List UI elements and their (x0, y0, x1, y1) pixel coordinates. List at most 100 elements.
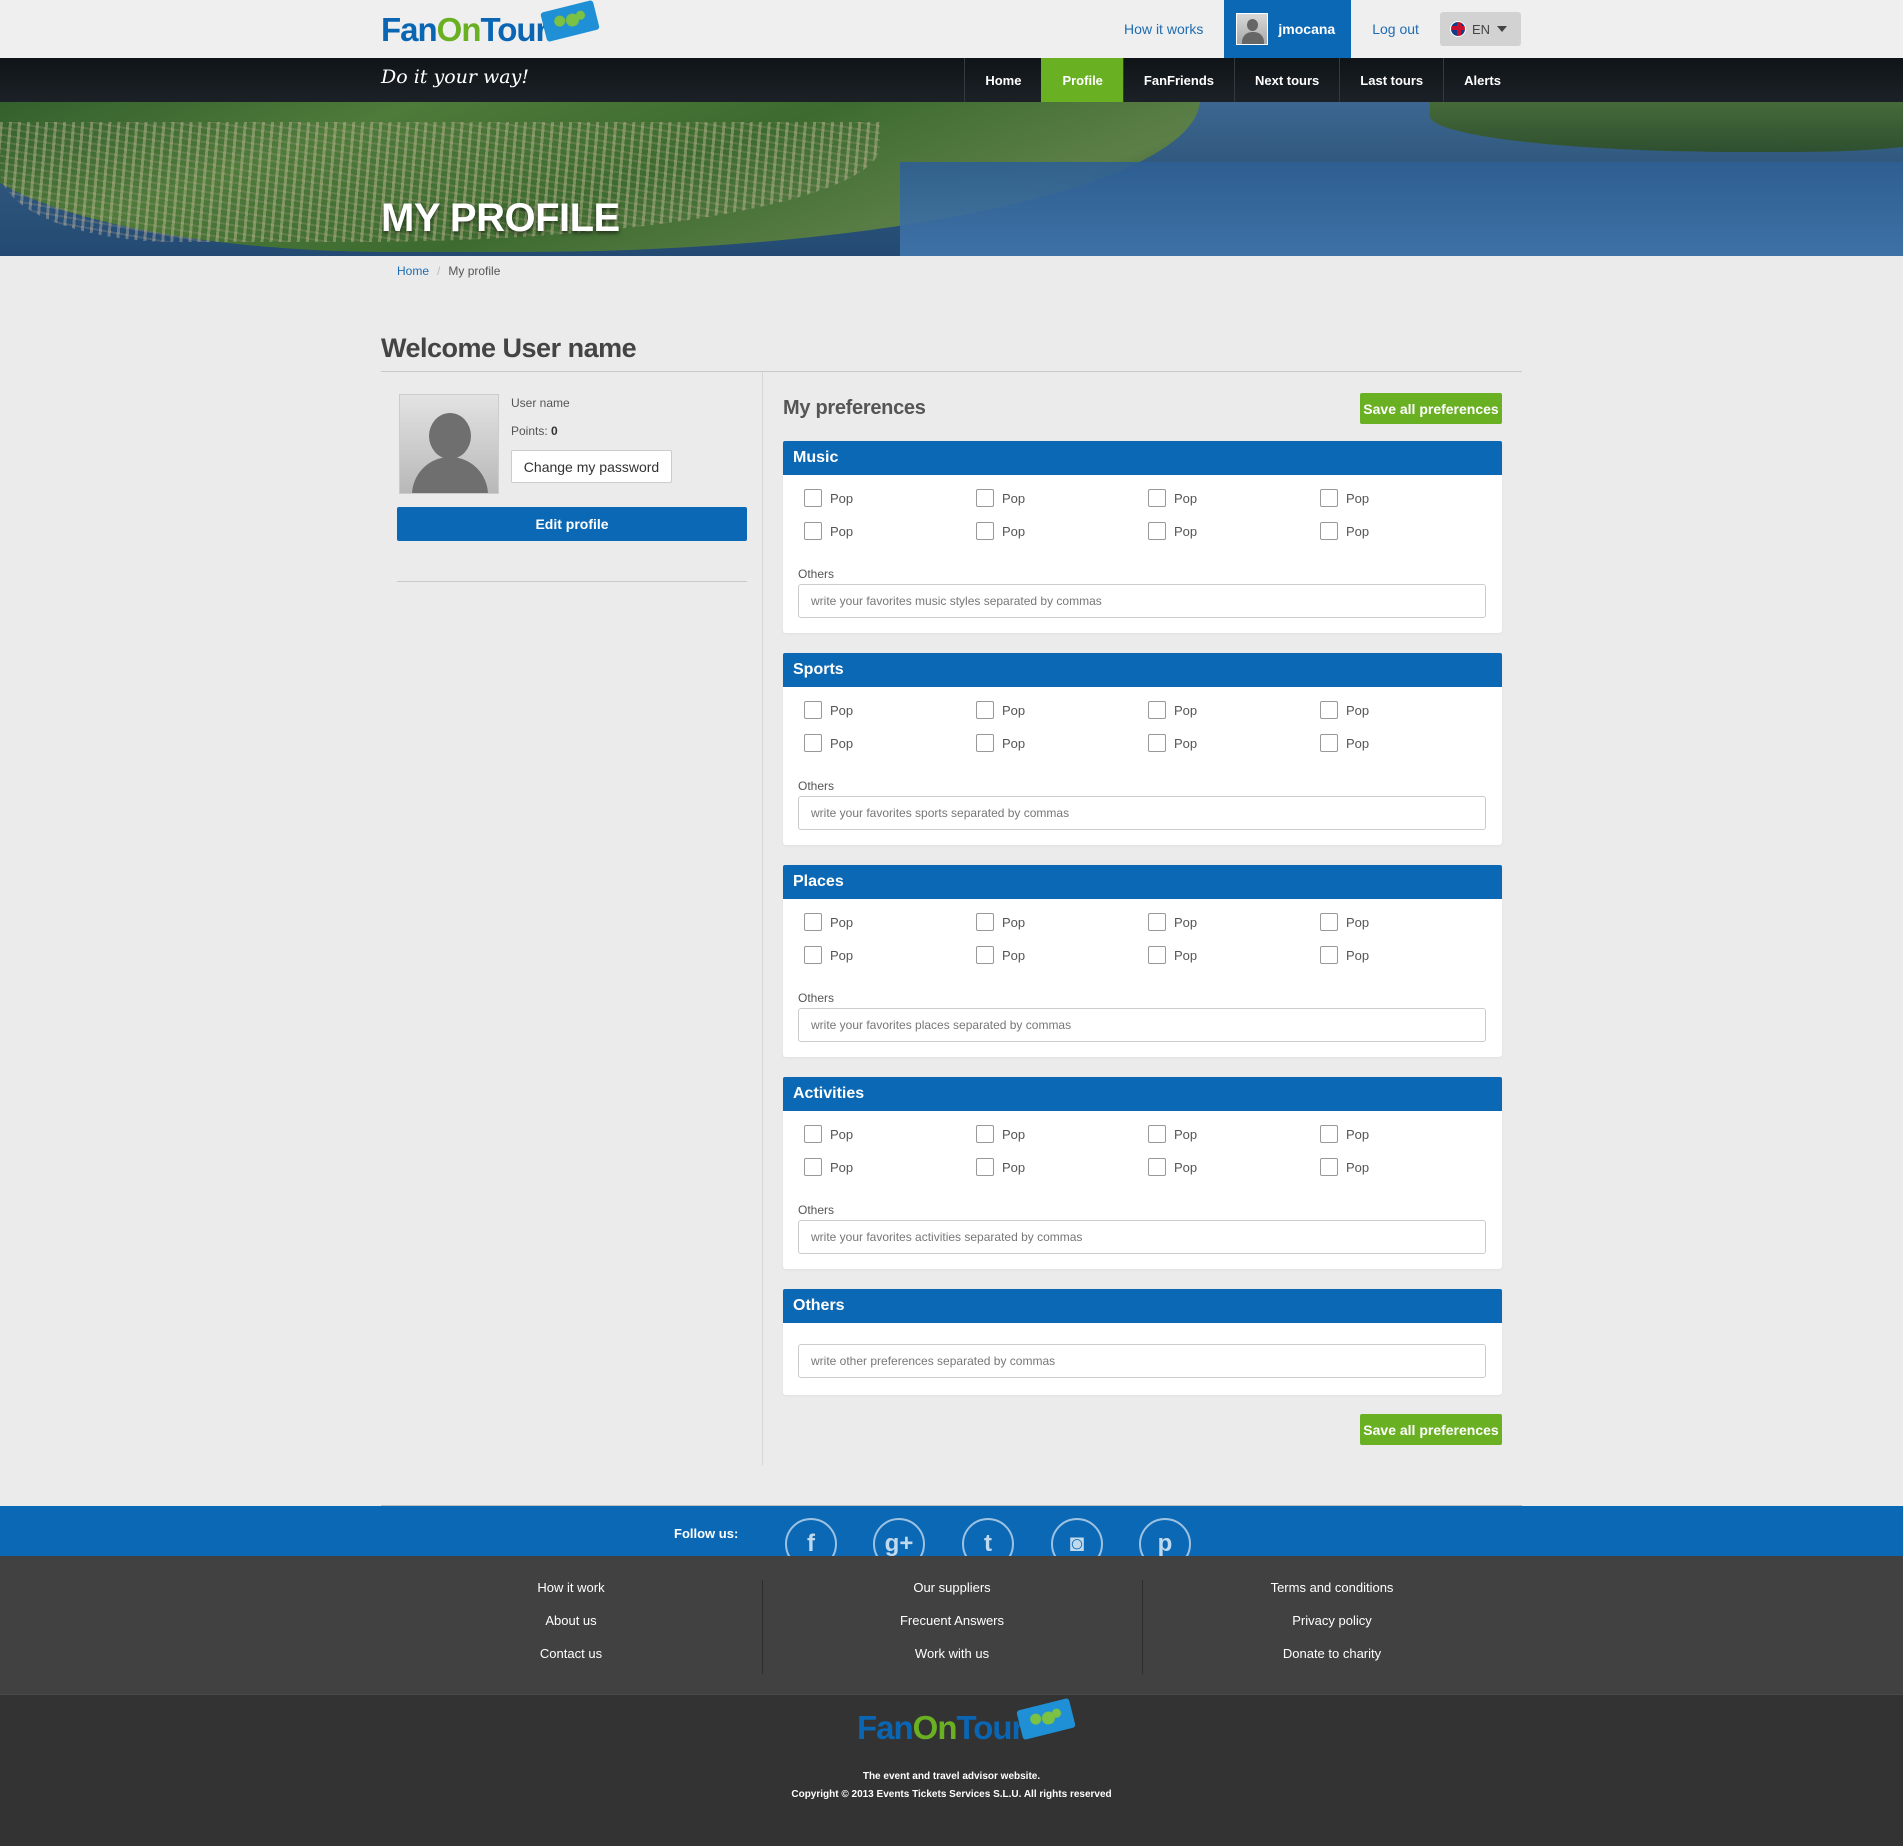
preference-option[interactable]: Pop (1148, 734, 1320, 752)
preference-option[interactable]: Pop (804, 946, 976, 964)
nav-fanfriends[interactable]: FanFriends (1122, 58, 1234, 102)
preference-option[interactable]: Pop (976, 489, 1148, 507)
preference-option[interactable]: Pop (804, 734, 976, 752)
checkbox[interactable] (1320, 522, 1338, 540)
preference-option[interactable]: Pop (804, 522, 976, 540)
preference-option[interactable]: Pop (1320, 1125, 1492, 1143)
preference-option[interactable]: Pop (1148, 1125, 1320, 1143)
preference-option[interactable]: Pop (1320, 489, 1492, 507)
preference-option[interactable]: Pop (976, 734, 1148, 752)
change-password-button[interactable]: Change my password (511, 450, 672, 483)
instagram-icon[interactable]: ◙ (1051, 1518, 1103, 1556)
preference-option[interactable]: Pop (1148, 913, 1320, 931)
checkbox[interactable] (1148, 1125, 1166, 1143)
checkbox[interactable] (976, 734, 994, 752)
nav-home[interactable]: Home (964, 58, 1041, 102)
checkbox[interactable] (1320, 734, 1338, 752)
preference-option[interactable]: Pop (804, 1125, 976, 1143)
preference-option[interactable]: Pop (1320, 946, 1492, 964)
footer-link-frecuent-answers[interactable]: Frecuent Answers (900, 1613, 1004, 1646)
footer-logo[interactable]: FanOnTour (857, 1697, 1077, 1747)
site-logo[interactable]: FanOnTour (381, 0, 601, 54)
checkbox[interactable] (1148, 489, 1166, 507)
checkbox[interactable] (976, 522, 994, 540)
checkbox[interactable] (1148, 913, 1166, 931)
others-others-input[interactable] (798, 1344, 1486, 1378)
edit-profile-button[interactable]: Edit profile (397, 507, 747, 541)
user-menu[interactable]: jmocana (1224, 0, 1352, 58)
checkbox[interactable] (1320, 1158, 1338, 1176)
checkbox[interactable] (976, 701, 994, 719)
preference-option[interactable]: Pop (1320, 701, 1492, 719)
checkbox[interactable] (976, 1125, 994, 1143)
sports-others-input[interactable] (798, 796, 1486, 830)
preference-option[interactable]: Pop (976, 946, 1148, 964)
music-others-input[interactable] (798, 584, 1486, 618)
preference-option[interactable]: Pop (1148, 489, 1320, 507)
checkbox[interactable] (804, 489, 822, 507)
checkbox[interactable] (1148, 734, 1166, 752)
footer-link-privacy-policy[interactable]: Privacy policy (1292, 1613, 1371, 1646)
checkbox[interactable] (804, 946, 822, 964)
checkbox[interactable] (1148, 946, 1166, 964)
footer-link-work-with-us[interactable]: Work with us (915, 1646, 989, 1679)
breadcrumb-home-link[interactable]: Home (397, 264, 429, 278)
checkbox[interactable] (1320, 701, 1338, 719)
checkbox[interactable] (1148, 522, 1166, 540)
checkbox[interactable] (804, 913, 822, 931)
checkbox[interactable] (976, 489, 994, 507)
preference-option[interactable]: Pop (1148, 522, 1320, 540)
checkbox[interactable] (1320, 946, 1338, 964)
save-all-preferences-button-bottom[interactable]: Save all preferences (1360, 1414, 1502, 1445)
checkbox[interactable] (804, 522, 822, 540)
footer-link-contact-us[interactable]: Contact us (540, 1646, 602, 1679)
facebook-icon[interactable]: f (785, 1518, 837, 1556)
save-all-preferences-button-top[interactable]: Save all preferences (1360, 393, 1502, 424)
language-selector[interactable]: EN (1439, 12, 1521, 46)
footer-link-how-it-work[interactable]: How it work (537, 1580, 604, 1613)
preference-option[interactable]: Pop (804, 489, 976, 507)
checkbox[interactable] (1148, 1158, 1166, 1176)
preference-option[interactable]: Pop (804, 1158, 976, 1176)
checkbox[interactable] (976, 946, 994, 964)
nav-alerts[interactable]: Alerts (1443, 58, 1521, 102)
preference-option[interactable]: Pop (1320, 522, 1492, 540)
checkbox[interactable] (976, 1158, 994, 1176)
checkbox[interactable] (1320, 1125, 1338, 1143)
footer-link-about-us[interactable]: About us (545, 1613, 596, 1646)
preference-option[interactable]: Pop (1320, 913, 1492, 931)
nav-next-tours[interactable]: Next tours (1234, 58, 1339, 102)
preference-option[interactable]: Pop (976, 1125, 1148, 1143)
footer-link-donate-to-charity[interactable]: Donate to charity (1283, 1646, 1381, 1679)
preference-option[interactable]: Pop (976, 913, 1148, 931)
checkbox[interactable] (1148, 701, 1166, 719)
checkbox[interactable] (1320, 913, 1338, 931)
preference-option[interactable]: Pop (1320, 1158, 1492, 1176)
preference-option[interactable]: Pop (976, 522, 1148, 540)
places-others-input[interactable] (798, 1008, 1486, 1042)
footer-link-terms-and-conditions[interactable]: Terms and conditions (1271, 1580, 1394, 1613)
checkbox[interactable] (1320, 489, 1338, 507)
preference-option[interactable]: Pop (1148, 1158, 1320, 1176)
checkbox[interactable] (804, 701, 822, 719)
logout-link[interactable]: Log out (1351, 0, 1440, 58)
preference-option[interactable]: Pop (1148, 946, 1320, 964)
nav-last-tours[interactable]: Last tours (1339, 58, 1443, 102)
preference-option[interactable]: Pop (804, 913, 976, 931)
twitter-icon[interactable]: t (962, 1518, 1014, 1556)
footer-link-our-suppliers[interactable]: Our suppliers (913, 1580, 990, 1613)
nav-profile[interactable]: Profile (1041, 58, 1123, 102)
preference-option[interactable]: Pop (804, 701, 976, 719)
checkbox[interactable] (804, 734, 822, 752)
google-plus-icon[interactable]: g+ (873, 1518, 925, 1556)
preference-option[interactable]: Pop (976, 1158, 1148, 1176)
preference-option[interactable]: Pop (1320, 734, 1492, 752)
pinterest-icon[interactable]: p (1139, 1518, 1191, 1556)
checkbox[interactable] (804, 1125, 822, 1143)
checkbox[interactable] (804, 1158, 822, 1176)
checkbox[interactable] (976, 913, 994, 931)
preference-option[interactable]: Pop (976, 701, 1148, 719)
preference-option[interactable]: Pop (1148, 701, 1320, 719)
activities-others-input[interactable] (798, 1220, 1486, 1254)
how-it-works-link[interactable]: How it works (1103, 0, 1224, 58)
